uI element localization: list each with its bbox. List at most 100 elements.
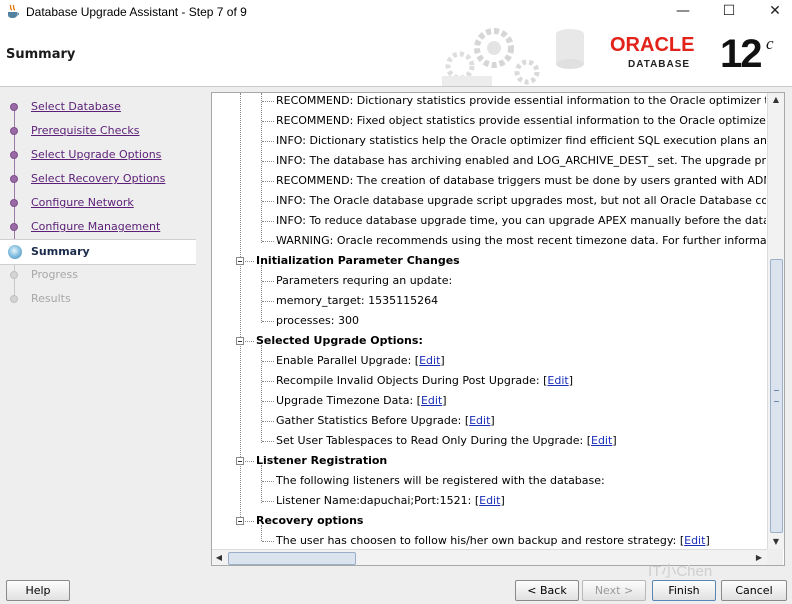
nav-step-results: Results [0, 287, 196, 311]
edit-link[interactable]: Edit [547, 374, 568, 387]
step-done-icon [10, 151, 18, 159]
nav-step-label[interactable]: Select Upgrade Options [31, 148, 161, 161]
nav-step-label: Summary [31, 245, 90, 258]
tree-leaf: WARNING: Oracle recommends using the mos… [212, 231, 766, 251]
tree-category-recovery[interactable]: Recovery options [212, 511, 766, 531]
version-number: 12 [720, 32, 762, 76]
listener-text: The following listeners will be register… [276, 474, 605, 487]
back-button[interactable]: < Back [515, 580, 579, 601]
page-title: Summary [6, 47, 76, 62]
tree-leaf: memory_target: 1535115264 [212, 291, 766, 311]
param-text: Parameters requring an update: [276, 274, 453, 287]
vertical-scrollbar[interactable]: ▲ ▼ [767, 93, 784, 549]
gears-graphic-icon [442, 28, 584, 86]
nav-step-configure-network[interactable]: Configure Network [0, 191, 196, 215]
edit-link[interactable]: Edit [469, 414, 490, 427]
tree-leaf: The user has choosen to follow his/her o… [212, 531, 766, 549]
nav-step-label[interactable]: Select Recovery Options [31, 172, 165, 185]
tree-leaf: Set User Tablespaces to Read Only During… [212, 431, 766, 451]
recommendation-text: RECOMMEND: The creation of database trig… [276, 174, 766, 187]
brand-name: ORACLE [610, 34, 695, 56]
nav-step-summary: Summary [0, 239, 196, 265]
tree-leaf: Listener Name:dapuchai;Port:1521: [Edit] [212, 491, 766, 511]
close-icon[interactable]: ✕ [752, 0, 792, 24]
step-done-icon [10, 127, 18, 135]
category-title: Selected Upgrade Options: [256, 334, 423, 347]
step-pending-icon [10, 271, 18, 279]
nav-step-label[interactable]: Select Database [31, 100, 121, 113]
step-done-icon [10, 199, 18, 207]
step-done-icon [10, 223, 18, 231]
edit-link[interactable]: Edit [591, 434, 612, 447]
header-banner: Summary ORACLE DATABASE 12 c [0, 24, 792, 87]
tree-leaf: INFO: The Oracle database upgrade script… [212, 191, 766, 211]
tree-leaf: processes: 300 [212, 311, 766, 331]
next-button[interactable]: Next > [582, 580, 646, 601]
collapse-icon[interactable] [236, 517, 244, 525]
summary-panel: RECOMMEND: Dictionary statistics provide… [211, 92, 785, 566]
collapse-icon[interactable] [236, 337, 244, 345]
vertical-scroll-thumb[interactable] [770, 259, 783, 533]
tree-leaf: The following listeners will be register… [212, 471, 766, 491]
current-step-icon [8, 245, 22, 259]
brand-subtitle: DATABASE [628, 59, 691, 70]
scroll-left-icon[interactable]: ◀ [212, 550, 226, 565]
scroll-right-icon[interactable]: ▶ [752, 550, 766, 565]
tree-leaf: INFO: The database has archiving enabled… [212, 151, 766, 171]
summary-tree[interactable]: RECOMMEND: Dictionary statistics provide… [212, 93, 766, 549]
tree-category-upgrade-options[interactable]: Selected Upgrade Options: [212, 331, 766, 351]
tree-leaf: INFO: To reduce database upgrade time, y… [212, 211, 766, 231]
edit-link[interactable]: Edit [421, 394, 442, 407]
version-suffix: c [766, 34, 774, 53]
help-button[interactable]: Help [6, 580, 70, 601]
recommendation-text: INFO: The database has archiving enabled… [276, 154, 766, 167]
tree-leaf: Gather Statistics Before Upgrade: [Edit] [212, 411, 766, 431]
option-text: Set User Tablespaces to Read Only During… [276, 434, 587, 447]
edit-link[interactable]: Edit [419, 354, 440, 367]
nav-step-label[interactable]: Configure Network [31, 196, 134, 209]
category-title: Listener Registration [256, 454, 388, 467]
horizontal-scroll-thumb[interactable] [228, 552, 356, 565]
step-navigation: Select Database Prerequisite Checks Sele… [0, 87, 198, 567]
option-text: Gather Statistics Before Upgrade: [276, 414, 465, 427]
nav-step-label[interactable]: Configure Management [31, 220, 160, 233]
tree-leaf: Enable Parallel Upgrade: [Edit] [212, 351, 766, 371]
option-text: Recompile Invalid Objects During Post Up… [276, 374, 544, 387]
option-text: Upgrade Timezone Data: [276, 394, 417, 407]
listener-text: Listener Name:dapuchai;Port:1521: [276, 494, 475, 507]
collapse-icon[interactable] [236, 257, 244, 265]
watermark: IT小Chen [648, 563, 713, 580]
recommendation-text: INFO: Dictionary statistics help the Ora… [276, 134, 766, 147]
edit-link[interactable]: Edit [684, 534, 705, 547]
nav-step-select-recovery-options[interactable]: Select Recovery Options [0, 167, 196, 191]
step-done-icon [10, 103, 18, 111]
nav-step-select-upgrade-options[interactable]: Select Upgrade Options [0, 143, 196, 167]
edit-link[interactable]: Edit [479, 494, 500, 507]
finish-button[interactable]: Finish [652, 580, 716, 601]
tree-category-listener[interactable]: Listener Registration [212, 451, 766, 471]
recommendation-text: RECOMMEND: Fixed object statistics provi… [276, 114, 766, 127]
nav-step-prerequisite-checks[interactable]: Prerequisite Checks [0, 119, 196, 143]
minimize-icon[interactable]: — [660, 0, 706, 24]
recommendation-text: INFO: The Oracle database upgrade script… [276, 194, 766, 207]
tree-leaf: Recompile Invalid Objects During Post Up… [212, 371, 766, 391]
recommendation-text: WARNING: Oracle recommends using the mos… [276, 234, 766, 247]
window-title: Database Upgrade Assistant - Step 7 of 9 [26, 5, 247, 19]
tree-category-init-params[interactable]: Initialization Parameter Changes [212, 251, 766, 271]
scroll-down-icon[interactable]: ▼ [768, 535, 784, 549]
nav-step-select-database[interactable]: Select Database [0, 95, 196, 119]
param-text: memory_target: 1535115264 [276, 294, 439, 307]
java-app-icon [8, 4, 19, 18]
category-title: Recovery options [256, 514, 364, 527]
recommendation-text: INFO: To reduce database upgrade time, y… [276, 214, 766, 227]
tree-leaf: Upgrade Timezone Data: [Edit] [212, 391, 766, 411]
maximize-icon[interactable]: ☐ [706, 0, 752, 24]
nav-step-label[interactable]: Prerequisite Checks [31, 124, 139, 137]
tree-leaf: INFO: Dictionary statistics help the Ora… [212, 131, 766, 151]
collapse-icon[interactable] [236, 457, 244, 465]
step-pending-icon [10, 295, 18, 303]
scroll-up-icon[interactable]: ▲ [768, 93, 784, 107]
cancel-button[interactable]: Cancel [721, 580, 787, 601]
tree-leaf: RECOMMEND: The creation of database trig… [212, 171, 766, 191]
nav-step-configure-management[interactable]: Configure Management [0, 215, 196, 239]
